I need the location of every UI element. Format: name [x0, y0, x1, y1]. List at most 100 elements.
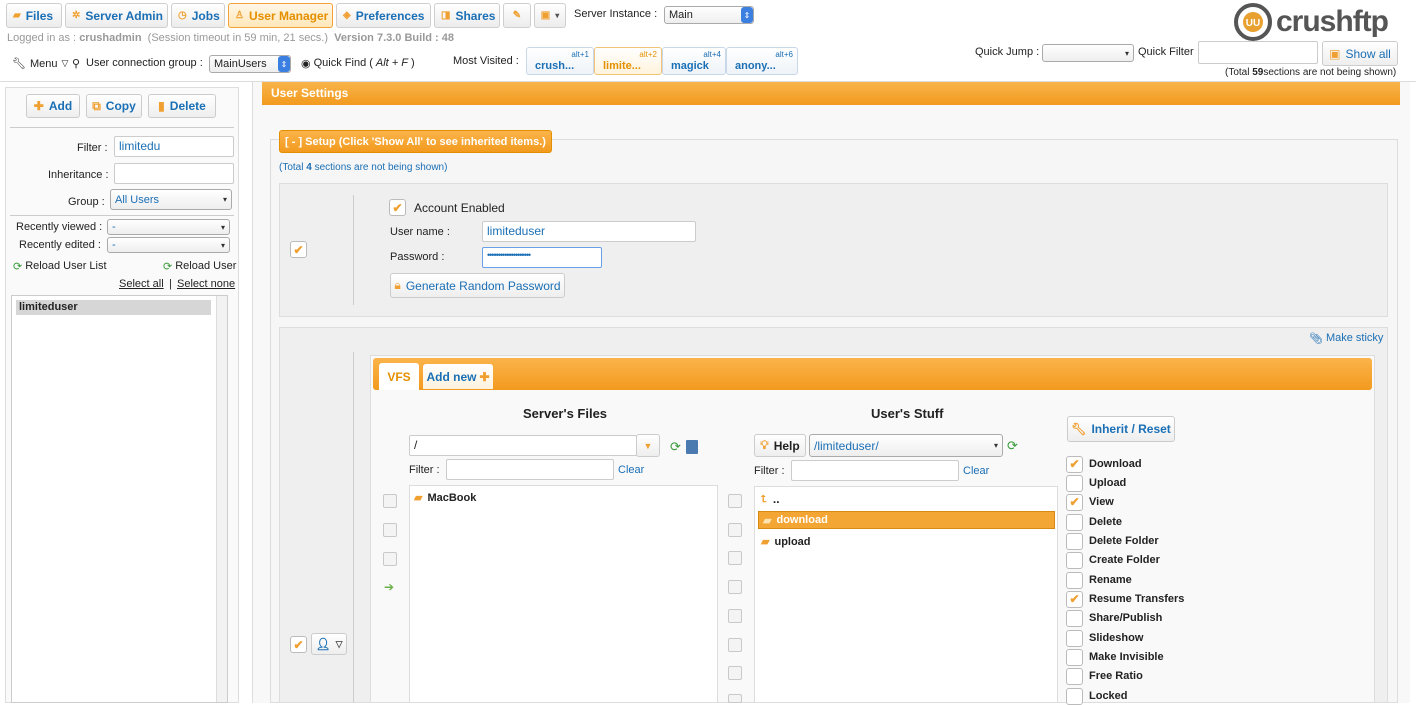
permission-resume-transfers[interactable]: ✔ Resume Transfers — [1066, 590, 1184, 608]
password-input[interactable]: •••••••••••••••••••• — [482, 247, 602, 268]
permission-checkbox[interactable] — [1066, 532, 1083, 550]
remove-item-icon[interactable] — [383, 552, 397, 566]
user-filter-input[interactable]: limitedu — [114, 136, 234, 157]
drive-icon[interactable] — [728, 551, 742, 565]
permission-delete[interactable]: Delete — [1066, 513, 1122, 531]
inheritance-input[interactable] — [114, 163, 234, 184]
inherit-reset-button[interactable]: 🔧︎ Inherit / Reset — [1067, 416, 1175, 442]
setup-toggle-tab[interactable]: [ - ] Setup (Click 'Show All' to see inh… — [279, 130, 552, 153]
tab-shares[interactable]: ◨ Shares — [434, 3, 500, 28]
select-none-link[interactable]: Select none — [177, 278, 235, 290]
permission-make-invisible[interactable]: Make Invisible — [1066, 648, 1164, 666]
list-item[interactable]: ▰ download — [758, 511, 1055, 529]
extra-menu-button[interactable]: ▣ ▾ — [534, 3, 566, 28]
refresh-icon[interactable]: ⟳ — [670, 439, 681, 455]
folder-icon: ▰ — [414, 492, 423, 504]
server-path-input[interactable]: / — [409, 435, 637, 456]
permission-download[interactable]: ✔ Download — [1066, 455, 1142, 473]
user-filter-clear[interactable]: Clear — [963, 465, 989, 477]
list-item[interactable]: ⮤.. — [761, 492, 780, 506]
tab-user-manager[interactable]: ♙ User Manager — [228, 3, 333, 28]
user-filter-input[interactable] — [791, 460, 959, 481]
arrow-right-icon[interactable]: ➔ — [384, 580, 394, 594]
permission-checkbox[interactable] — [1066, 609, 1083, 627]
delete-file-icon[interactable] — [728, 638, 742, 652]
reload-user-button[interactable]: ⟳ Reload User — [163, 260, 236, 273]
server-instance-select[interactable]: Main ⇕ — [664, 6, 754, 24]
permission-delete-folder[interactable]: Delete Folder — [1066, 532, 1159, 550]
permission-checkbox[interactable] — [1066, 629, 1083, 647]
tab-server-admin[interactable]: ✲ Server Admin — [65, 3, 168, 28]
properties-icon[interactable] — [728, 666, 742, 680]
file-icon[interactable] — [383, 523, 397, 537]
tab-add-new[interactable]: Add new ✚ — [423, 364, 493, 389]
username-input[interactable]: limiteduser — [482, 221, 696, 242]
permission-checkbox[interactable] — [1066, 513, 1083, 531]
quick-find-button[interactable]: ◉ Quick Find (Alt + F) — [301, 57, 415, 70]
list-item[interactable]: ▰ MacBook — [414, 491, 476, 505]
server-path-dropdown[interactable]: ▼ — [636, 434, 660, 457]
permission-slideshow[interactable]: Slideshow — [1066, 629, 1143, 647]
generate-password-button[interactable]: 🔒︎ Generate Random Password — [390, 273, 565, 298]
most-visited-item[interactable]: alt+4 magick — [662, 47, 726, 75]
vfs-override-checkbox[interactable]: ✔ — [290, 636, 307, 653]
permission-checkbox[interactable]: ✔ — [1066, 590, 1083, 608]
image-icon[interactable] — [728, 494, 742, 508]
make-sticky-button[interactable]: 📎︎ Make sticky — [1309, 332, 1383, 345]
permission-share-publish[interactable]: Share/Publish — [1066, 609, 1162, 627]
tab-preferences[interactable]: ◈ Preferences — [336, 3, 431, 28]
copy-icon[interactable] — [728, 580, 742, 594]
help-button[interactable]: 💡︎ Help — [754, 434, 806, 457]
section-override-checkbox[interactable]: ✔ — [290, 241, 307, 258]
quick-jump-select[interactable]: ▾ — [1042, 44, 1134, 62]
copy-user-button[interactable]: ⧉ Copy — [86, 94, 142, 118]
server-filter-clear[interactable]: Clear — [618, 464, 644, 476]
tab-jobs[interactable]: ◷ Jobs — [171, 3, 225, 28]
server-filter-input[interactable] — [446, 459, 614, 480]
permission-locked[interactable]: Locked — [1066, 687, 1128, 705]
user-menu-button[interactable]: 👤︎ ▽ — [311, 633, 347, 655]
permission-checkbox[interactable]: ✔ — [1066, 455, 1083, 473]
most-visited-item[interactable]: alt+2 limite... — [594, 47, 662, 75]
show-all-button[interactable]: ▣ Show all — [1322, 41, 1398, 66]
tab-vfs[interactable]: VFS — [379, 363, 419, 390]
recently-viewed-select[interactable]: - ▾ — [107, 219, 230, 235]
add-user-button[interactable]: ✚ Add — [26, 94, 80, 118]
file-icon[interactable] — [728, 609, 742, 623]
most-visited-item[interactable]: alt+6 anony... — [726, 47, 798, 75]
group-filter-select[interactable]: All Users ▾ — [110, 189, 232, 210]
refresh-icon[interactable]: ⟳ — [1007, 438, 1018, 454]
permission-upload[interactable]: Upload — [1066, 474, 1126, 492]
permission-checkbox[interactable] — [1066, 474, 1083, 492]
add-item-icon[interactable] — [383, 494, 397, 508]
select-all-link[interactable]: Select all — [119, 278, 164, 290]
permission-rename[interactable]: Rename — [1066, 571, 1132, 589]
account-enabled-checkbox[interactable]: ✔ — [389, 199, 406, 216]
paste-icon[interactable] — [728, 694, 742, 703]
scrollbar[interactable] — [216, 296, 227, 702]
bookmark-icon[interactable] — [686, 440, 698, 454]
list-item[interactable]: limiteduser — [16, 300, 211, 315]
permission-create-folder[interactable]: Create Folder — [1066, 551, 1160, 569]
permission-checkbox[interactable] — [1066, 571, 1083, 589]
permission-checkbox[interactable]: ✔ — [1066, 493, 1083, 511]
permission-checkbox[interactable] — [1066, 551, 1083, 569]
menu-button[interactable]: 🔧︎ Menu ▽ — [12, 57, 68, 71]
user-group-select[interactable]: MainUsers ⇕ — [209, 55, 291, 73]
divider — [10, 215, 234, 216]
extra-tool-button[interactable]: ✎ — [503, 3, 531, 28]
permission-free-ratio[interactable]: Free Ratio — [1066, 667, 1143, 685]
permission-checkbox[interactable] — [1066, 667, 1083, 685]
recently-edited-select[interactable]: - ▾ — [107, 237, 230, 253]
user-path-select[interactable]: /limiteduser/▾ — [809, 434, 1003, 457]
permission-checkbox[interactable] — [1066, 687, 1083, 705]
permission-view[interactable]: ✔ View — [1066, 493, 1114, 511]
tab-files[interactable]: ▰ Files — [6, 3, 62, 28]
most-visited-item[interactable]: alt+1 crush... — [526, 47, 594, 75]
permission-checkbox[interactable] — [1066, 648, 1083, 666]
add-file-icon[interactable] — [728, 523, 742, 537]
reload-user-list-button[interactable]: ⟳ Reload User List — [13, 260, 107, 273]
delete-user-button[interactable]: ▮ Delete — [148, 94, 216, 118]
list-item[interactable]: ▰ upload — [761, 535, 811, 549]
quick-filter-input[interactable] — [1198, 41, 1318, 64]
